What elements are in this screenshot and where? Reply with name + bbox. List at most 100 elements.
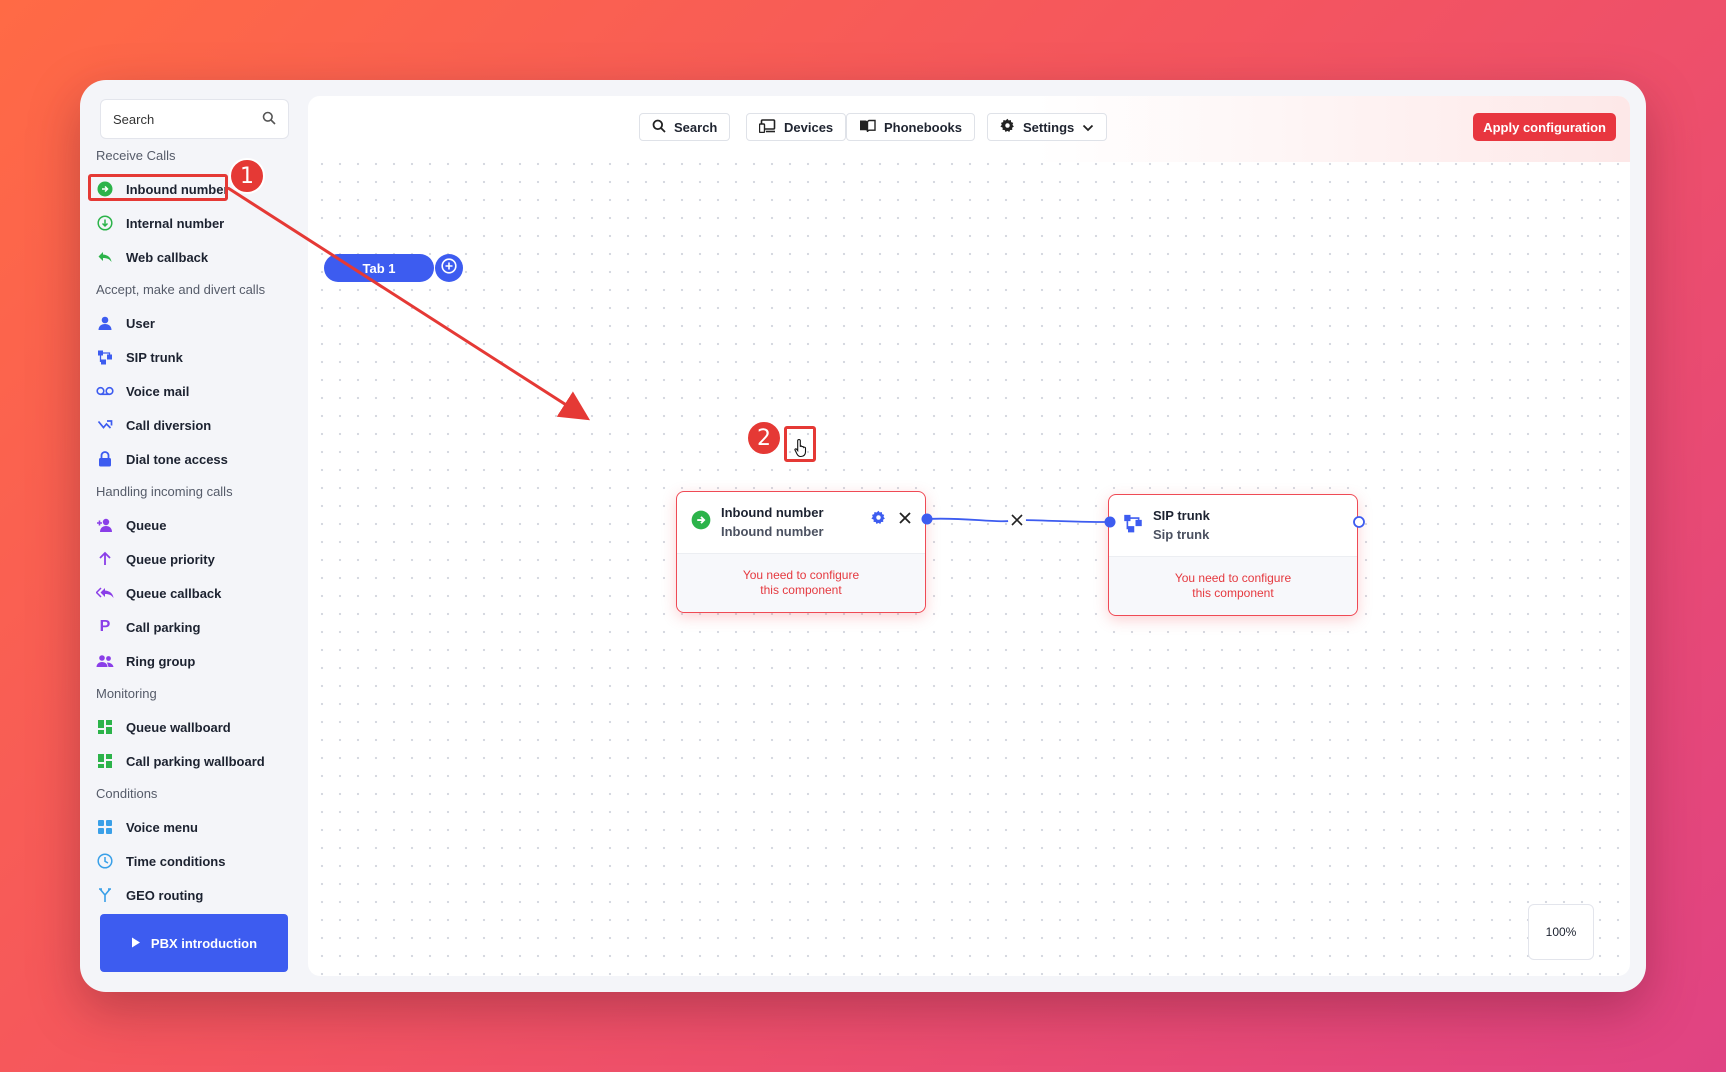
sidebar-item-label: Time conditions — [126, 853, 226, 869]
network-icon — [96, 348, 114, 366]
book-icon — [859, 119, 876, 136]
tab-1[interactable]: Tab 1 — [324, 254, 434, 282]
close-icon — [899, 511, 911, 529]
settings-button-label: Settings — [1023, 119, 1075, 135]
section-monitoring: Monitoring — [96, 686, 157, 701]
sidebar-item-call-parking-wallboard[interactable]: Call parking wallboard — [80, 744, 306, 778]
sidebar-item-geo-routing[interactable]: GEO routing — [80, 878, 306, 912]
sidebar-item-queue-priority[interactable]: Queue priority — [80, 542, 306, 576]
reply-icon — [96, 248, 114, 266]
node-title: SIP trunk — [1153, 507, 1210, 523]
sidebar-item-label: SIP trunk — [126, 349, 183, 365]
grid-icon — [96, 818, 114, 836]
users-icon — [96, 652, 114, 670]
app-window: Search Receive Calls Inbound number Inte… — [80, 80, 1646, 992]
node-warning: You need to configure this component — [677, 554, 925, 612]
flow-canvas[interactable]: Search Devices Phonebooks Settings Apply… — [308, 96, 1630, 976]
sip-trunk-node[interactable]: SIP trunk Sip trunk You need to configur… — [1108, 494, 1358, 616]
network-icon — [1123, 513, 1143, 538]
sidebar-item-label: Call parking wallboard — [126, 753, 265, 769]
connection-delete-bg — [1008, 511, 1026, 529]
section-receive-calls: Receive Calls — [96, 148, 176, 163]
sidebar-item-voice-menu[interactable]: Voice menu — [80, 810, 306, 844]
arrow-circle-icon — [691, 510, 711, 535]
dashboard-icon — [96, 752, 114, 770]
sidebar-item-label: User — [126, 315, 155, 331]
lock-icon — [96, 450, 114, 468]
sidebar-item-label: Ring group — [126, 653, 196, 669]
search-button[interactable]: Search — [639, 113, 731, 141]
sidebar-item-label: Voice mail — [126, 383, 190, 399]
play-icon — [131, 936, 141, 951]
divert-icon — [96, 416, 114, 434]
sidebar-item-label: Queue callback — [126, 585, 222, 601]
sidebar-item-voice-mail[interactable]: Voice mail — [80, 374, 306, 408]
fork-icon — [96, 886, 114, 904]
sidebar-item-call-diversion[interactable]: Call diversion — [80, 408, 306, 442]
gear-icon — [1000, 118, 1015, 136]
sidebar-item-time-conditions[interactable]: Time conditions — [80, 844, 306, 878]
sidebar-item-user[interactable]: User — [80, 306, 306, 340]
node-subtitle: Sip trunk — [1153, 526, 1210, 542]
parking-icon: P — [99, 618, 111, 635]
clock-icon — [96, 852, 114, 870]
voicemail-icon — [96, 382, 114, 400]
connection-layer — [921, 511, 1365, 529]
sidebar-item-ring-group[interactable]: Ring group — [80, 644, 306, 678]
section-accept-make-divert: Accept, make and divert calls — [96, 282, 266, 297]
node-warning-line1: You need to configure — [1174, 571, 1292, 585]
devices-button-label: Devices — [784, 119, 834, 135]
connection-close-icon — [1011, 514, 1023, 526]
sidebar: Search Receive Calls Inbound number Inte… — [80, 80, 306, 992]
sidebar-item-label: GEO routing — [126, 887, 204, 903]
node-settings-button[interactable] — [867, 509, 889, 531]
devices-icon — [758, 118, 776, 136]
top-toolbar: Search Devices Phonebooks Settings Apply… — [308, 96, 1630, 162]
sidebar-item-label: Call diversion — [126, 417, 212, 433]
devices-button[interactable]: Devices — [746, 113, 847, 141]
add-tab-button[interactable] — [435, 254, 463, 282]
zoom-level[interactable]: 100% — [1528, 904, 1594, 960]
section-handling-incoming-calls: Handling incoming calls — [96, 484, 233, 499]
sidebar-item-queue-wallboard[interactable]: Queue wallboard — [80, 710, 306, 744]
settings-button[interactable]: Settings — [987, 113, 1108, 141]
sidebar-item-sip-trunk[interactable]: SIP trunk — [80, 340, 306, 374]
phonebooks-button[interactable]: Phonebooks — [846, 113, 976, 141]
arrow-up-icon — [96, 550, 114, 568]
node-warning-line1: You need to configure — [742, 568, 860, 582]
down-circle-icon — [96, 214, 114, 232]
search-button-label: Search — [674, 119, 718, 135]
sidebar-item-dial-tone-access[interactable]: Dial tone access — [80, 442, 306, 476]
reply-all-icon — [96, 584, 114, 602]
sidebar-item-queue-callback[interactable]: Queue callback — [80, 576, 306, 610]
sidebar-item-label: Internal number — [126, 215, 225, 231]
pbx-introduction-button[interactable]: PBX introduction — [100, 914, 288, 972]
user-icon — [96, 314, 114, 332]
apply-configuration-button[interactable]: Apply configuration — [1473, 113, 1616, 141]
node-delete-button[interactable] — [895, 509, 915, 531]
sidebar-search-input[interactable]: Search — [100, 99, 289, 139]
sidebar-item-label: Call parking — [126, 619, 201, 635]
node-warning: You need to configure this component — [1109, 557, 1357, 615]
sidebar-item-internal-number[interactable]: Internal number — [80, 206, 306, 240]
sidebar-component-list: Receive Calls Inbound number Internal nu… — [80, 140, 306, 912]
pbx-introduction-label: PBX introduction — [150, 935, 258, 951]
search-icon — [262, 111, 276, 128]
search-icon — [652, 119, 666, 136]
chevron-down-icon — [1082, 120, 1094, 135]
plus-circle-icon — [441, 257, 457, 279]
step-badge-2: 2 — [746, 420, 782, 456]
sidebar-item-label: Queue wallboard — [126, 719, 231, 735]
phonebooks-button-label: Phonebooks — [884, 119, 963, 135]
hand-cursor-icon — [794, 438, 810, 463]
node-title: Inbound number — [721, 504, 824, 520]
node-subtitle: Inbound number — [721, 523, 824, 539]
sidebar-item-web-callback[interactable]: Web callback — [80, 240, 306, 274]
sidebar-item-label: Queue — [126, 517, 167, 533]
sidebar-item-label: Voice menu — [126, 819, 199, 835]
node-warning-line2: this component — [1192, 586, 1274, 600]
sidebar-item-queue[interactable]: Queue — [80, 508, 306, 542]
user-plus-icon — [96, 516, 114, 534]
gear-icon — [870, 510, 886, 530]
sidebar-item-call-parking[interactable]: P Call parking — [80, 610, 306, 644]
